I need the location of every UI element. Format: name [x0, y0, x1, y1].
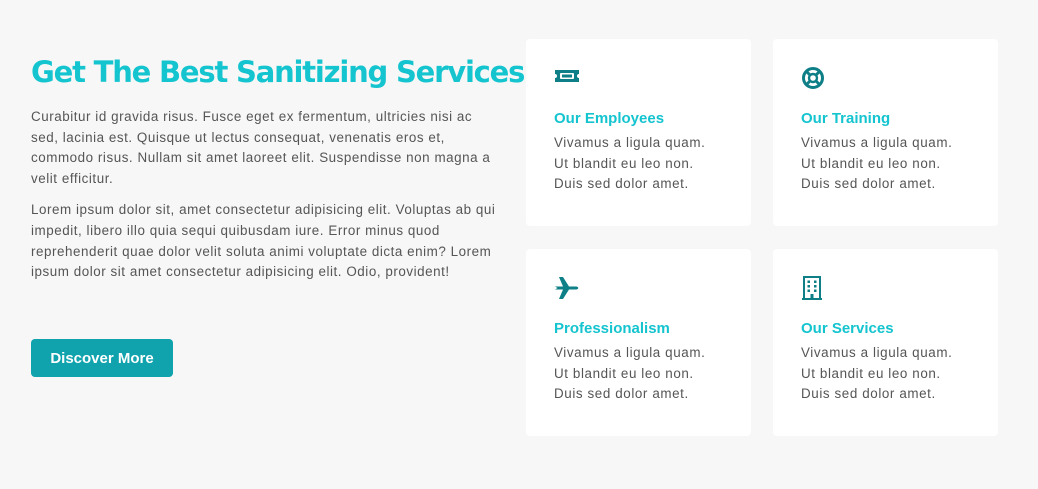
card-text-line: Vivamus a ligula quam.	[554, 135, 706, 150]
card-title: Our Training	[801, 110, 891, 127]
card-text-line: Vivamus a ligula quam.	[801, 345, 953, 360]
intro-column: Get The Best Sanitizing Services Curabit…	[31, 52, 525, 283]
feature-card-training: Our Training Vivamus a ligula quam. Ut b…	[773, 39, 998, 226]
card-text-line: Duis sed dolor amet.	[554, 176, 689, 191]
card-text: Vivamus a ligula quam. Ut blandit eu leo…	[801, 133, 998, 195]
card-text-line: Vivamus a ligula quam.	[801, 135, 953, 150]
card-text-line: Ut blandit eu leo non.	[554, 155, 694, 171]
card-title: Professionalism	[554, 320, 670, 337]
ticket-icon	[554, 66, 580, 90]
services-section: Get The Best Sanitizing Services Curabit…	[0, 0, 1038, 489]
feature-card-employees: Our Employees Vivamus a ligula quam. Ut …	[526, 39, 751, 226]
card-title: Our Services	[801, 320, 894, 337]
intro-paragraph: Curabitur id gravida risus. Fusce eget e…	[31, 109, 491, 186]
card-text-line: Ut blandit eu leo non.	[801, 365, 941, 381]
intro-paragraph: Lorem ipsum dolor sit, amet consectetur …	[31, 202, 496, 280]
feature-card-services: Our Services Vivamus a ligula quam. Ut b…	[773, 249, 998, 436]
card-text-line: Ut blandit eu leo non.	[554, 365, 694, 381]
life-ring-icon	[801, 66, 827, 90]
card-title: Our Employees	[554, 110, 665, 127]
card-text-line: Duis sed dolor amet.	[554, 386, 689, 401]
card-text: Vivamus a ligula quam. Ut blandit eu leo…	[801, 343, 998, 405]
building-icon	[801, 276, 827, 300]
card-text-line: Ut blandit eu leo non.	[801, 155, 941, 171]
card-text-line: Vivamus a ligula quam.	[554, 345, 706, 360]
plane-icon	[554, 276, 580, 300]
card-text-line: Duis sed dolor amet.	[801, 386, 936, 401]
discover-more-button[interactable]: Discover More	[31, 339, 173, 377]
card-text: Vivamus a ligula quam. Ut blandit eu leo…	[554, 343, 751, 405]
card-text-line: Duis sed dolor amet.	[801, 176, 936, 191]
feature-card-professionalism: Professionalism Vivamus a ligula quam. U…	[526, 249, 751, 436]
card-text: Vivamus a ligula quam. Ut blandit eu leo…	[554, 133, 751, 195]
section-title: Get The Best Sanitizing Services	[31, 55, 525, 89]
